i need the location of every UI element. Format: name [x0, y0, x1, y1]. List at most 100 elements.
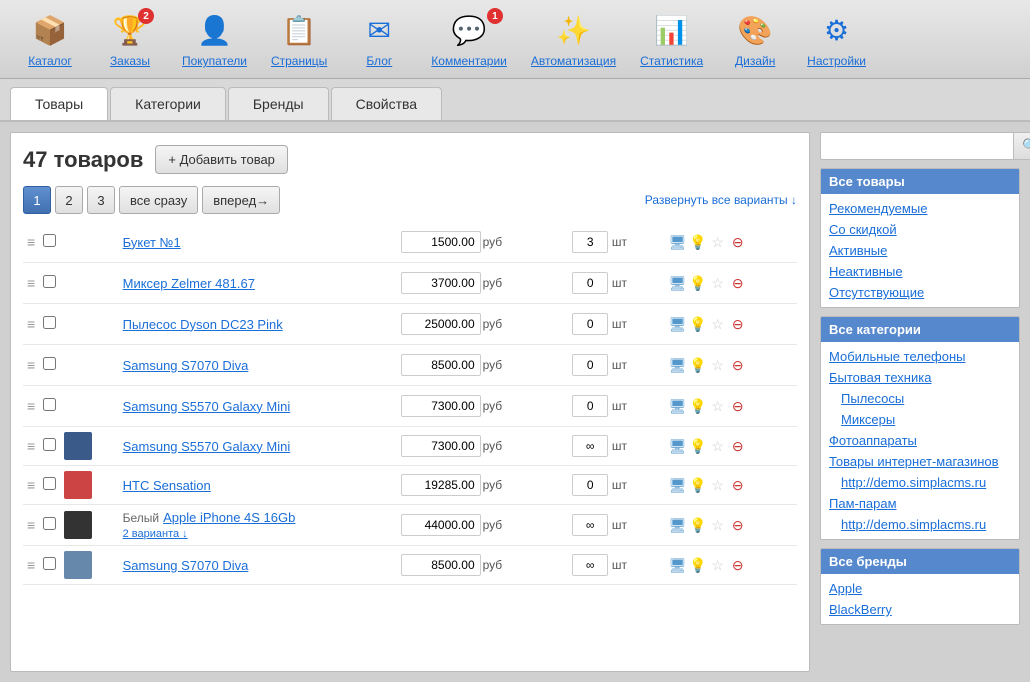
view-icon[interactable]: 🖥 — [669, 437, 687, 455]
price-input[interactable] — [401, 354, 481, 376]
row-checkbox[interactable] — [39, 263, 60, 304]
qty-input[interactable] — [572, 474, 608, 496]
qty-input[interactable] — [572, 514, 608, 536]
nav-item-blog[interactable]: ✉Блог — [339, 6, 419, 72]
variant-link[interactable]: 2 варианта ↓ — [123, 528, 188, 540]
qty-input[interactable] — [572, 354, 608, 376]
lightbulb-icon[interactable]: 💡 — [689, 476, 707, 494]
star-icon[interactable]: ☆ — [709, 274, 727, 292]
nav-item-pages[interactable]: 📋Страницы — [259, 6, 339, 72]
row-checkbox[interactable] — [39, 304, 60, 345]
star-icon[interactable]: ☆ — [709, 315, 727, 333]
view-icon[interactable]: 🖥 — [669, 233, 687, 251]
qty-input[interactable] — [572, 272, 608, 294]
nav-item-automation[interactable]: ✨Автоматизация — [519, 6, 628, 72]
price-input[interactable] — [401, 231, 481, 253]
drag-handle[interactable]: ≡ — [23, 345, 39, 386]
sidebar-filter-link[interactable]: Неактивные — [821, 261, 1019, 282]
qty-input[interactable] — [572, 554, 608, 576]
sidebar-category-link[interactable]: http://demo.simplacms.ru — [821, 472, 1019, 493]
view-icon[interactable]: 🖥 — [669, 556, 687, 574]
tab-goods[interactable]: Товары — [10, 87, 108, 120]
sidebar-category-link[interactable]: Товары интернет-магазинов — [821, 451, 1019, 472]
row-checkbox[interactable] — [39, 345, 60, 386]
sidebar-filter-link[interactable]: Активные — [821, 240, 1019, 261]
delete-icon[interactable]: ⊖ — [729, 476, 747, 494]
nav-item-customers[interactable]: 👤Покупатели — [170, 6, 259, 72]
nav-item-orders[interactable]: 2🏆Заказы — [90, 6, 170, 72]
product-link[interactable]: Samsung S5570 Galaxy Mini — [123, 439, 291, 454]
lightbulb-icon[interactable]: 💡 — [689, 356, 707, 374]
sidebar-brand-link[interactable]: Apple — [821, 578, 1019, 599]
delete-icon[interactable]: ⊖ — [729, 516, 747, 534]
drag-handle[interactable]: ≡ — [23, 222, 39, 263]
delete-icon[interactable]: ⊖ — [729, 397, 747, 415]
all-at-once-button[interactable]: все сразу — [119, 186, 198, 214]
qty-input[interactable] — [572, 231, 608, 253]
star-icon[interactable]: ☆ — [709, 356, 727, 374]
lightbulb-icon[interactable]: 💡 — [689, 233, 707, 251]
price-input[interactable] — [401, 272, 481, 294]
star-icon[interactable]: ☆ — [709, 516, 727, 534]
row-checkbox[interactable] — [39, 546, 60, 585]
lightbulb-icon[interactable]: 💡 — [689, 437, 707, 455]
lightbulb-icon[interactable]: 💡 — [689, 315, 707, 333]
nav-item-design[interactable]: 🎨Дизайн — [715, 6, 795, 72]
row-checkbox[interactable] — [39, 386, 60, 427]
search-input[interactable] — [820, 132, 1013, 160]
product-link[interactable]: Samsung S5570 Galaxy Mini — [123, 399, 291, 414]
nav-item-comments[interactable]: 1💬Комментарии — [419, 6, 519, 72]
sidebar-category-link[interactable]: Пам-парам — [821, 493, 1019, 514]
price-input[interactable] — [401, 554, 481, 576]
nav-item-stats[interactable]: 📊Статистика — [628, 6, 715, 72]
sidebar-category-link[interactable]: Мобильные телефоны — [821, 346, 1019, 367]
tab-brands[interactable]: Бренды — [228, 87, 329, 120]
row-checkbox[interactable] — [39, 505, 60, 546]
lightbulb-icon[interactable]: 💡 — [689, 274, 707, 292]
delete-icon[interactable]: ⊖ — [729, 556, 747, 574]
price-input[interactable] — [401, 395, 481, 417]
row-checkbox[interactable] — [39, 466, 60, 505]
page-3-button[interactable]: 3 — [87, 186, 115, 214]
view-icon[interactable]: 🖥 — [669, 356, 687, 374]
drag-handle[interactable]: ≡ — [23, 505, 39, 546]
price-input[interactable] — [401, 313, 481, 335]
qty-input[interactable] — [572, 313, 608, 335]
sidebar-brand-link[interactable]: BlackBerry — [821, 599, 1019, 620]
star-icon[interactable]: ☆ — [709, 556, 727, 574]
lightbulb-icon[interactable]: 💡 — [689, 556, 707, 574]
drag-handle[interactable]: ≡ — [23, 427, 39, 466]
star-icon[interactable]: ☆ — [709, 233, 727, 251]
view-icon[interactable]: 🖥 — [669, 516, 687, 534]
delete-icon[interactable]: ⊖ — [729, 356, 747, 374]
product-link[interactable]: Пылесос Dyson DC23 Pink — [123, 317, 283, 332]
view-icon[interactable]: 🖥 — [669, 274, 687, 292]
next-button[interactable]: вперед→ — [202, 186, 280, 214]
delete-icon[interactable]: ⊖ — [729, 274, 747, 292]
tab-properties[interactable]: Свойства — [331, 87, 442, 120]
star-icon[interactable]: ☆ — [709, 397, 727, 415]
product-link[interactable]: Apple iPhone 4S 16Gb — [163, 510, 295, 525]
view-icon[interactable]: 🖥 — [669, 397, 687, 415]
product-link[interactable]: Samsung S7070 Diva — [123, 358, 249, 373]
price-input[interactable] — [401, 474, 481, 496]
view-icon[interactable]: 🖥 — [669, 315, 687, 333]
drag-handle[interactable]: ≡ — [23, 546, 39, 585]
sidebar-category-link[interactable]: Фотоаппараты — [821, 430, 1019, 451]
lightbulb-icon[interactable]: 💡 — [689, 397, 707, 415]
sidebar-category-link[interactable]: Миксеры — [821, 409, 1019, 430]
expand-variants-link[interactable]: Развернуть все варианты ↓ — [645, 193, 797, 207]
nav-item-settings[interactable]: ⚙Настройки — [795, 6, 878, 72]
delete-icon[interactable]: ⊖ — [729, 437, 747, 455]
price-input[interactable] — [401, 514, 481, 536]
row-checkbox[interactable] — [39, 222, 60, 263]
page-1-button[interactable]: 1 — [23, 186, 51, 214]
product-link[interactable]: Букет №1 — [123, 235, 181, 250]
product-link[interactable]: Миксер Zelmer 481.67 — [123, 276, 255, 291]
delete-icon[interactable]: ⊖ — [729, 315, 747, 333]
page-2-button[interactable]: 2 — [55, 186, 83, 214]
qty-input[interactable] — [572, 395, 608, 417]
drag-handle[interactable]: ≡ — [23, 466, 39, 505]
sidebar-filter-link[interactable]: Отсутствующие — [821, 282, 1019, 303]
add-product-button[interactable]: + Добавить товар — [155, 145, 288, 174]
